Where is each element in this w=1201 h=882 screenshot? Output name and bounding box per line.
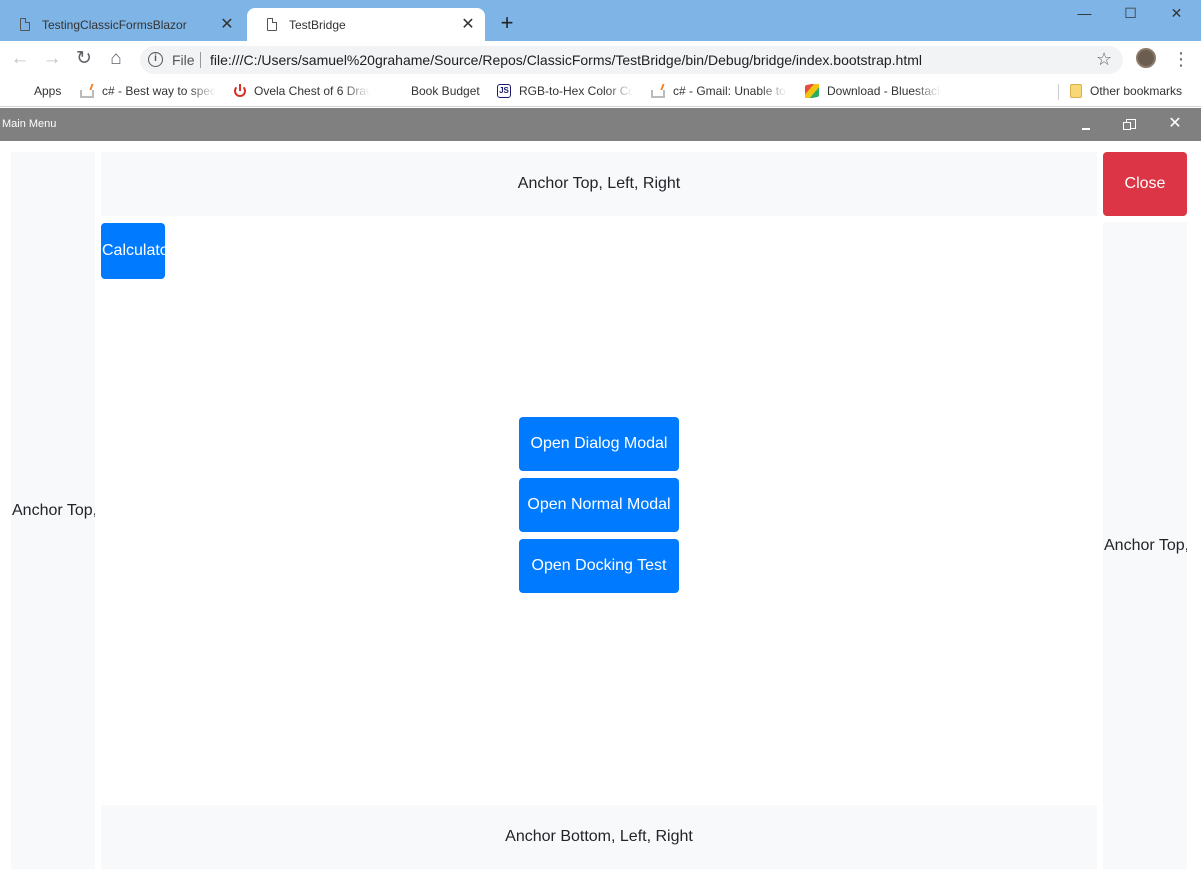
app-titlebar: Main Menu ✕ [0,108,1201,141]
open-docking-test-button[interactable]: Open Docking Test [519,539,679,593]
bookmark-label: RGB-to-Hex Color Converter [519,84,633,98]
panel-label: Anchor Top, Left, Right [517,175,681,192]
window-minimize-button[interactable]: — [1062,0,1107,28]
new-tab-button[interactable]: + [497,12,517,34]
app-restore-icon[interactable] [1123,119,1136,130]
panel-label: Anchor Top, Left, Bottom [12,501,95,519]
url-text[interactable]: file:///C:/Users/samuel%20grahame/Source… [210,52,922,68]
browser-toolbar: ← → ↻ ⌂ i File file:///C:/Users/samuel%2… [0,41,1201,78]
bookmark-ovela[interactable]: Ovela Chest of 6 Drawers [234,84,370,98]
close-button[interactable]: Close [1103,152,1187,216]
tab-title: TestingClassicFormsBlazor [42,17,187,32]
folder-icon [1070,84,1082,98]
address-bar[interactable]: i File file:///C:/Users/samuel%20grahame… [140,46,1123,74]
bluestacks-icon [805,84,819,98]
home-button[interactable]: ⌂ [104,48,128,72]
browser-menu-icon[interactable]: ⋮ [1172,48,1190,70]
tab-close-icon[interactable]: ✕ [459,16,477,34]
forward-button[interactable]: → [40,48,64,72]
stackoverflow-icon [651,90,665,98]
power-icon [234,84,246,97]
document-icon [20,18,30,31]
panel-anchor-left: Anchor Top, Left, Bottom [11,152,95,869]
tab-close-icon[interactable]: ✕ [218,16,236,34]
bookmark-stackoverflow-2[interactable]: c# - Gmail: Unable to [651,84,787,98]
tab-title: TestBridge [289,17,346,32]
app-title: Main Menu [2,118,57,130]
stackoverflow-icon [80,90,94,98]
bookmark-apps[interactable]: Apps [12,84,72,98]
bookmark-label: Book Budget [411,84,480,98]
open-dialog-modal-button[interactable]: Open Dialog Modal [519,417,679,471]
bookmark-label: Download - Bluestacks [827,84,941,98]
panel-anchor-right: Anchor Top, Right, Bottom [1103,222,1187,869]
window-maximize-button[interactable]: ☐ [1108,0,1153,28]
url-scheme-label: File [172,52,195,68]
bookmark-book-budget[interactable]: Book Budget [411,84,491,98]
window-close-button[interactable]: ✕ [1154,0,1199,28]
bookmark-label: Apps [34,84,62,98]
apps-grid-icon [12,84,26,98]
bookmark-star-icon[interactable]: ☆ [1096,49,1112,69]
app-minimize-icon[interactable] [1082,128,1090,130]
bookmarks-divider [1058,84,1059,100]
bookmark-bluestacks[interactable]: Download - Bluestacks [805,84,941,98]
js-icon: JS [497,84,511,98]
bookmark-label: Ovela Chest of 6 Drawers [254,84,370,98]
document-icon [267,18,277,31]
tab-testbridge[interactable]: TestBridge ✕ [247,8,485,41]
browser-tabstrip: TestingClassicFormsBlazor ✕ TestBridge ✕… [0,0,1201,41]
app-close-icon[interactable]: ✕ [1166,116,1184,134]
open-normal-modal-button[interactable]: Open Normal Modal [519,478,679,532]
panel-label: Anchor Top, Right, Bottom [1104,536,1187,554]
site-info-icon[interactable]: i [148,52,163,67]
bookmark-label: c# - Gmail: Unable to [673,84,786,98]
bookmark-rgb-to-hex[interactable]: JS RGB-to-Hex Color Converter [497,84,633,98]
bookmark-stackoverflow-1[interactable]: c# - Best way to specify [80,84,216,98]
bookmark-label: Other bookmarks [1090,84,1183,98]
panel-anchor-top: Anchor Top, Left, Right [101,152,1097,216]
bookmarks-bar: Apps c# - Best way to specify Ovela Ches… [0,78,1201,107]
omnibox-divider [200,52,201,68]
panel-label: Anchor Bottom, Left, Right [505,828,693,845]
bookmark-label: c# - Best way to specify [102,84,216,98]
other-bookmarks[interactable]: Other bookmarks [1070,84,1195,98]
reload-button[interactable]: ↻ [72,48,96,72]
back-button[interactable]: ← [8,48,32,72]
calculator-button[interactable]: Calculator [101,223,165,279]
panel-anchor-bottom: Anchor Bottom, Left, Right [101,805,1097,869]
tab-testingclassicformsblazor[interactable]: TestingClassicFormsBlazor ✕ [0,8,244,41]
profile-avatar[interactable] [1136,48,1156,68]
